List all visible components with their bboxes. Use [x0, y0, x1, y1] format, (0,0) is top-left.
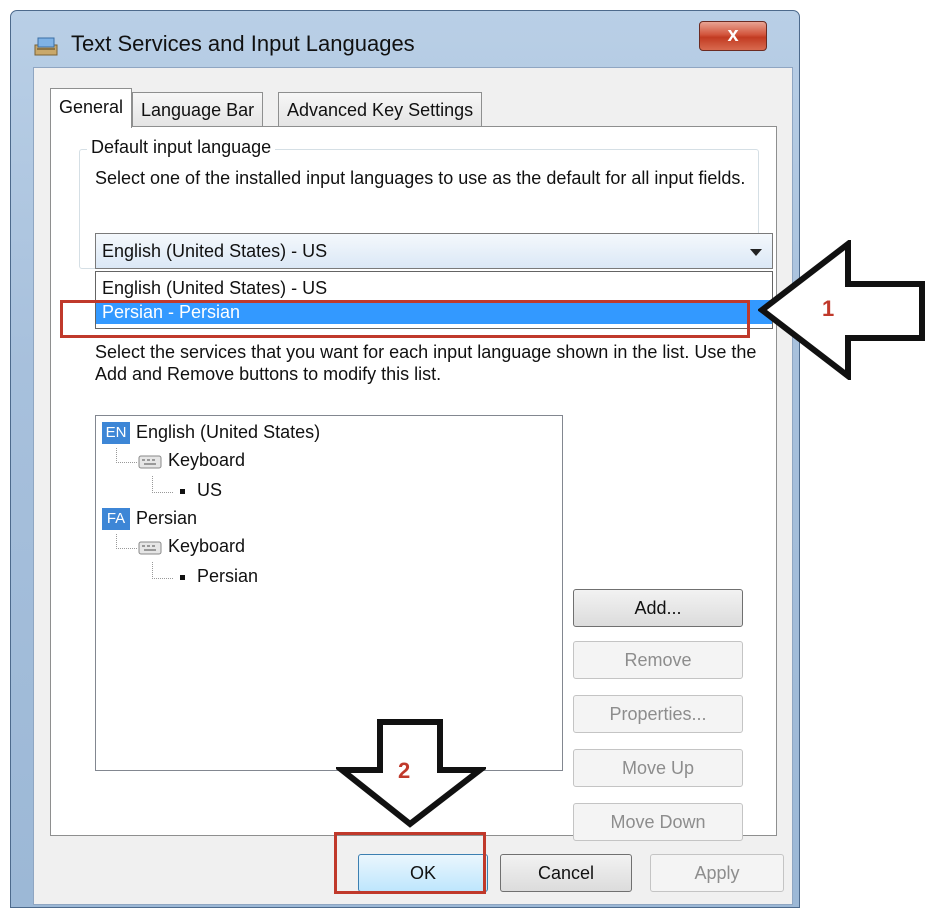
tree-connector [152, 562, 173, 579]
title-bar[interactable]: Text Services and Input Languages x [11, 11, 799, 67]
default-input-description: Select one of the installed input langua… [95, 168, 746, 188]
bullet-icon [180, 488, 185, 494]
keyboard-icon [138, 455, 162, 469]
close-button[interactable]: x [699, 21, 767, 51]
properties-button[interactable]: Properties... [573, 695, 743, 733]
combobox-value: English (United States) - US [102, 241, 328, 261]
tree-item-keyboard[interactable]: Keyboard [138, 536, 245, 557]
tree-item-layout-us[interactable]: US [180, 480, 222, 501]
close-icon: x [727, 24, 739, 46]
en-language-icon: EN [102, 422, 130, 445]
move-up-button[interactable]: Move Up [573, 749, 743, 787]
tab-general[interactable]: General [50, 88, 133, 128]
tree-connector [116, 448, 137, 463]
tree-item-label: Keyboard [168, 450, 246, 470]
bullet-icon [180, 574, 185, 580]
installed-services-description: Select the services that you want for ea… [95, 342, 757, 384]
tree-item-label: English (United States) [136, 422, 321, 442]
annotation-step-2: 2 [398, 758, 411, 783]
move-down-button[interactable]: Move Down [573, 803, 743, 841]
down-arrow-icon [336, 719, 486, 828]
cancel-button[interactable]: Cancel [500, 854, 632, 892]
tree-item-label: US [197, 480, 223, 500]
highlight-box-ok-button [334, 832, 486, 894]
annotation-step-1: 1 [822, 296, 835, 321]
installed-services-tree[interactable]: EN English (United States) Keyboard US FA… [95, 415, 563, 771]
remove-button[interactable]: Remove [573, 641, 743, 679]
tree-item-persian[interactable]: FA Persian [102, 508, 198, 531]
apply-button[interactable]: Apply [650, 854, 784, 892]
tab-language-bar[interactable]: Language Bar [132, 92, 264, 128]
tree-connector [116, 534, 137, 549]
highlight-box-persian-option [60, 300, 750, 338]
left-arrow-icon [758, 240, 925, 380]
dropdown-option-english[interactable]: English (United States) - US [96, 276, 772, 300]
window-title: Text Services and Input Languages [71, 31, 415, 56]
text-services-icon [34, 37, 58, 56]
default-language-combobox[interactable]: English (United States) - US [95, 233, 773, 269]
tree-item-keyboard[interactable]: Keyboard [138, 450, 245, 471]
add-button[interactable]: Add... [573, 589, 743, 627]
tree-item-label: Keyboard [168, 536, 246, 556]
tree-item-label: Persian [197, 566, 259, 586]
fa-language-icon: FA [102, 508, 130, 531]
tree-item-layout-persian[interactable]: Persian [180, 566, 258, 587]
tree-connector [152, 476, 173, 493]
keyboard-icon [138, 541, 162, 555]
tree-item-label: Persian [136, 508, 198, 528]
tree-item-english[interactable]: EN English (United States) [102, 422, 321, 445]
tab-advanced-key-settings[interactable]: Advanced Key Settings [278, 92, 483, 128]
default-input-group-title: Default input language [87, 137, 276, 158]
